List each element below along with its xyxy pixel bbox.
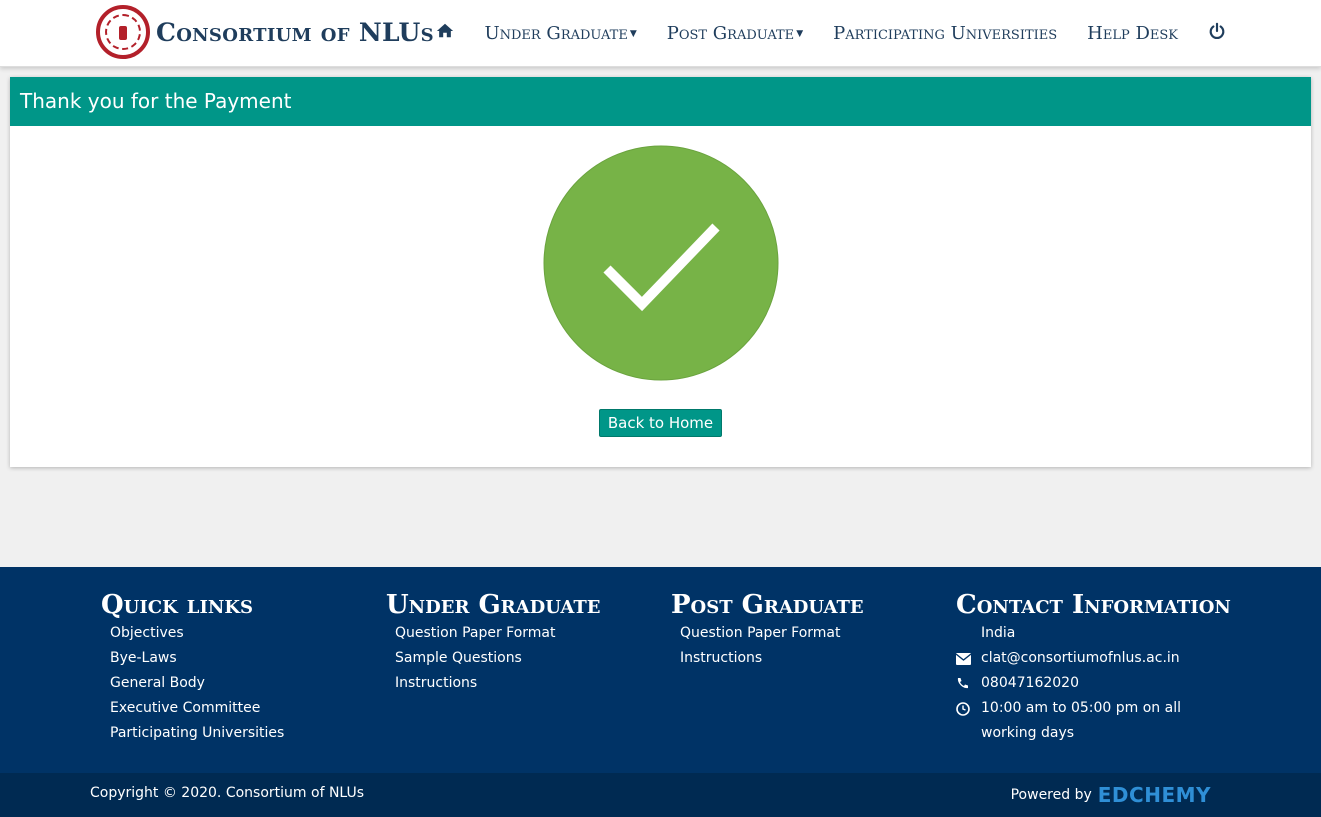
nav-help-desk[interactable]: Help Desk	[1087, 23, 1178, 44]
panel-title: Thank you for the Payment	[10, 77, 1311, 126]
clock-icon	[956, 696, 981, 721]
nav-under-graduate-label: Under Graduate	[484, 23, 628, 44]
footer-under-graduate: Under Graduate Question Paper Format Sam…	[386, 589, 600, 696]
footer-heading: Quick links	[101, 590, 253, 620]
footer-link[interactable]: Bye-Laws	[110, 646, 284, 671]
nav-participating-universities[interactable]: Participating Universities	[833, 23, 1057, 44]
payment-panel: Thank you for the Payment Back to Home	[10, 77, 1311, 467]
contact-country: India	[956, 621, 1236, 646]
nav-post-graduate[interactable]: Post Graduate ▼	[667, 23, 803, 44]
brand[interactable]: Consortium of NLUs	[96, 5, 434, 59]
caret-down-icon: ▼	[629, 29, 637, 39]
top-navbar: Consortium of NLUs Under Graduate ▼ Post …	[0, 0, 1321, 67]
main-nav: Under Graduate ▼ Post Graduate ▼ Participa…	[406, 22, 1226, 45]
footer-link[interactable]: Executive Committee	[110, 696, 284, 721]
power-icon	[1209, 22, 1225, 40]
copyright-text: Copyright © 2020. Consortium of NLUs	[90, 785, 365, 801]
brand-title: Consortium of NLUs	[156, 17, 434, 47]
check-circle-icon	[543, 145, 779, 381]
contact-phone-text: 08047162020	[981, 675, 1079, 691]
footer-link[interactable]: Question Paper Format	[680, 621, 864, 646]
footer-post-graduate: Post Graduate Question Paper Format Inst…	[671, 589, 864, 671]
footer-link[interactable]: Sample Questions	[395, 646, 600, 671]
contact-email-text[interactable]: clat@consortiumofnlus.ac.in	[981, 646, 1180, 671]
footer-quick-links: Quick links Objectives Bye-Laws General …	[101, 589, 284, 746]
contact-hours: 10:00 am to 05:00 pm on all working days	[956, 696, 1236, 746]
contact-email: clat@consortiumofnlus.ac.in	[956, 646, 1236, 671]
footer-contact: Contact Information India clat@consortiu…	[956, 589, 1236, 746]
nav-post-graduate-label: Post Graduate	[666, 23, 795, 44]
footer-heading: Post Graduate	[671, 590, 864, 620]
back-to-home-button[interactable]: Back to Home	[599, 409, 722, 437]
powered-by: Powered by EDCHEMY	[1011, 783, 1211, 807]
footer-heading: Contact Information	[956, 590, 1231, 620]
contact-hours-text: 10:00 am to 05:00 pm on all working days	[981, 700, 1181, 741]
nav-home[interactable]	[436, 22, 454, 45]
footer-link[interactable]: Instructions	[395, 671, 600, 696]
footer-bottom-bar: Copyright © 2020. Consortium of NLUs Pow…	[0, 773, 1321, 817]
footer-link[interactable]: Objectives	[110, 621, 284, 646]
footer-link[interactable]: General Body	[110, 671, 284, 696]
consortium-logo-icon	[96, 5, 150, 59]
contact-country-text: India	[981, 625, 1016, 641]
footer-link[interactable]: Instructions	[680, 646, 864, 671]
home-icon	[437, 23, 454, 38]
envelope-icon	[956, 646, 981, 671]
footer-heading: Under Graduate	[386, 590, 601, 620]
nav-under-graduate[interactable]: Under Graduate ▼	[484, 23, 636, 44]
phone-icon	[956, 671, 981, 696]
footer-link[interactable]: Participating Universities	[110, 721, 284, 746]
footer: Quick links Objectives Bye-Laws General …	[0, 567, 1321, 773]
powered-by-label: Powered by	[1010, 787, 1092, 803]
contact-phone: 08047162020	[956, 671, 1236, 696]
edchemy-logo[interactable]: EDCHEMY	[1098, 783, 1211, 807]
caret-down-icon: ▼	[796, 29, 804, 39]
footer-link[interactable]: Question Paper Format	[395, 621, 600, 646]
nav-logout[interactable]	[1208, 22, 1226, 45]
